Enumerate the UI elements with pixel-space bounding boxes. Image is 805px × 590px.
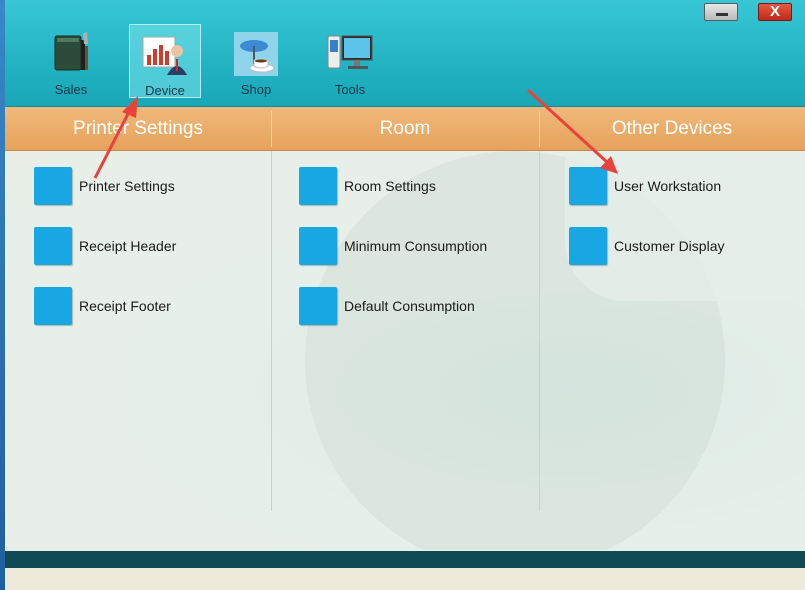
toolbar-device-button[interactable]: Device [129, 24, 201, 98]
room-settings-label: Room Settings [344, 178, 436, 194]
sales-book-icon [54, 32, 88, 71]
receipt-footer-tile-icon [34, 287, 72, 325]
toolbar-shop-button[interactable]: Shop [220, 24, 292, 98]
user-workstation-label: User Workstation [614, 178, 722, 194]
minimum-consumption-tile-icon [299, 227, 337, 265]
column-divider [271, 151, 272, 511]
tools-computer-icon [327, 35, 373, 69]
minimize-button[interactable] [704, 3, 738, 21]
settings-content: Printer Settings Receipt Header Receipt … [5, 151, 805, 550]
close-button[interactable]: X [758, 3, 792, 21]
default-consumption-label: Default Consumption [344, 298, 475, 314]
main-toolbar: Sales Device Shop Tools X [5, 0, 805, 107]
user-workstation-tile-icon [569, 167, 607, 205]
toolbar-sales-button[interactable]: Sales [35, 24, 107, 98]
minimum-consumption-label: Minimum Consumption [344, 238, 488, 254]
taskbar-strip [5, 568, 805, 590]
room-settings-tile-icon [299, 167, 337, 205]
printer-settings-tile-icon [34, 167, 72, 205]
toolbar-shop-label: Shop [240, 82, 272, 97]
section-title-printer-settings: Printer Settings [73, 118, 203, 139]
customer-display-tile-icon [569, 227, 607, 265]
printer-settings-label: Printer Settings [79, 178, 175, 194]
device-chart-icon [142, 36, 187, 75]
toolbar-device-label: Device [145, 83, 185, 98]
toolbar-tools-label: Tools [334, 82, 366, 97]
toolbar-sales-label: Sales [54, 82, 88, 97]
section-title-room: Room [379, 118, 431, 139]
receipt-header-label: Receipt Header [79, 238, 177, 254]
section-header-band: Printer Settings Room Other Devices [5, 107, 805, 151]
receipt-header-tile-icon [34, 227, 72, 265]
default-consumption-tile-icon [299, 287, 337, 325]
section-title-other-devices: Other Devices [611, 118, 733, 139]
customer-display-label: Customer Display [614, 238, 725, 254]
toolbar-tools-button[interactable]: Tools [314, 24, 386, 98]
close-icon: X [769, 3, 780, 20]
column-divider [539, 151, 540, 511]
shop-cafe-icon [234, 32, 278, 76]
app-window: Sales Device Shop Tools X Printer Settin… [5, 0, 805, 590]
receipt-footer-label: Receipt Footer [79, 298, 171, 314]
status-bar [5, 551, 805, 568]
